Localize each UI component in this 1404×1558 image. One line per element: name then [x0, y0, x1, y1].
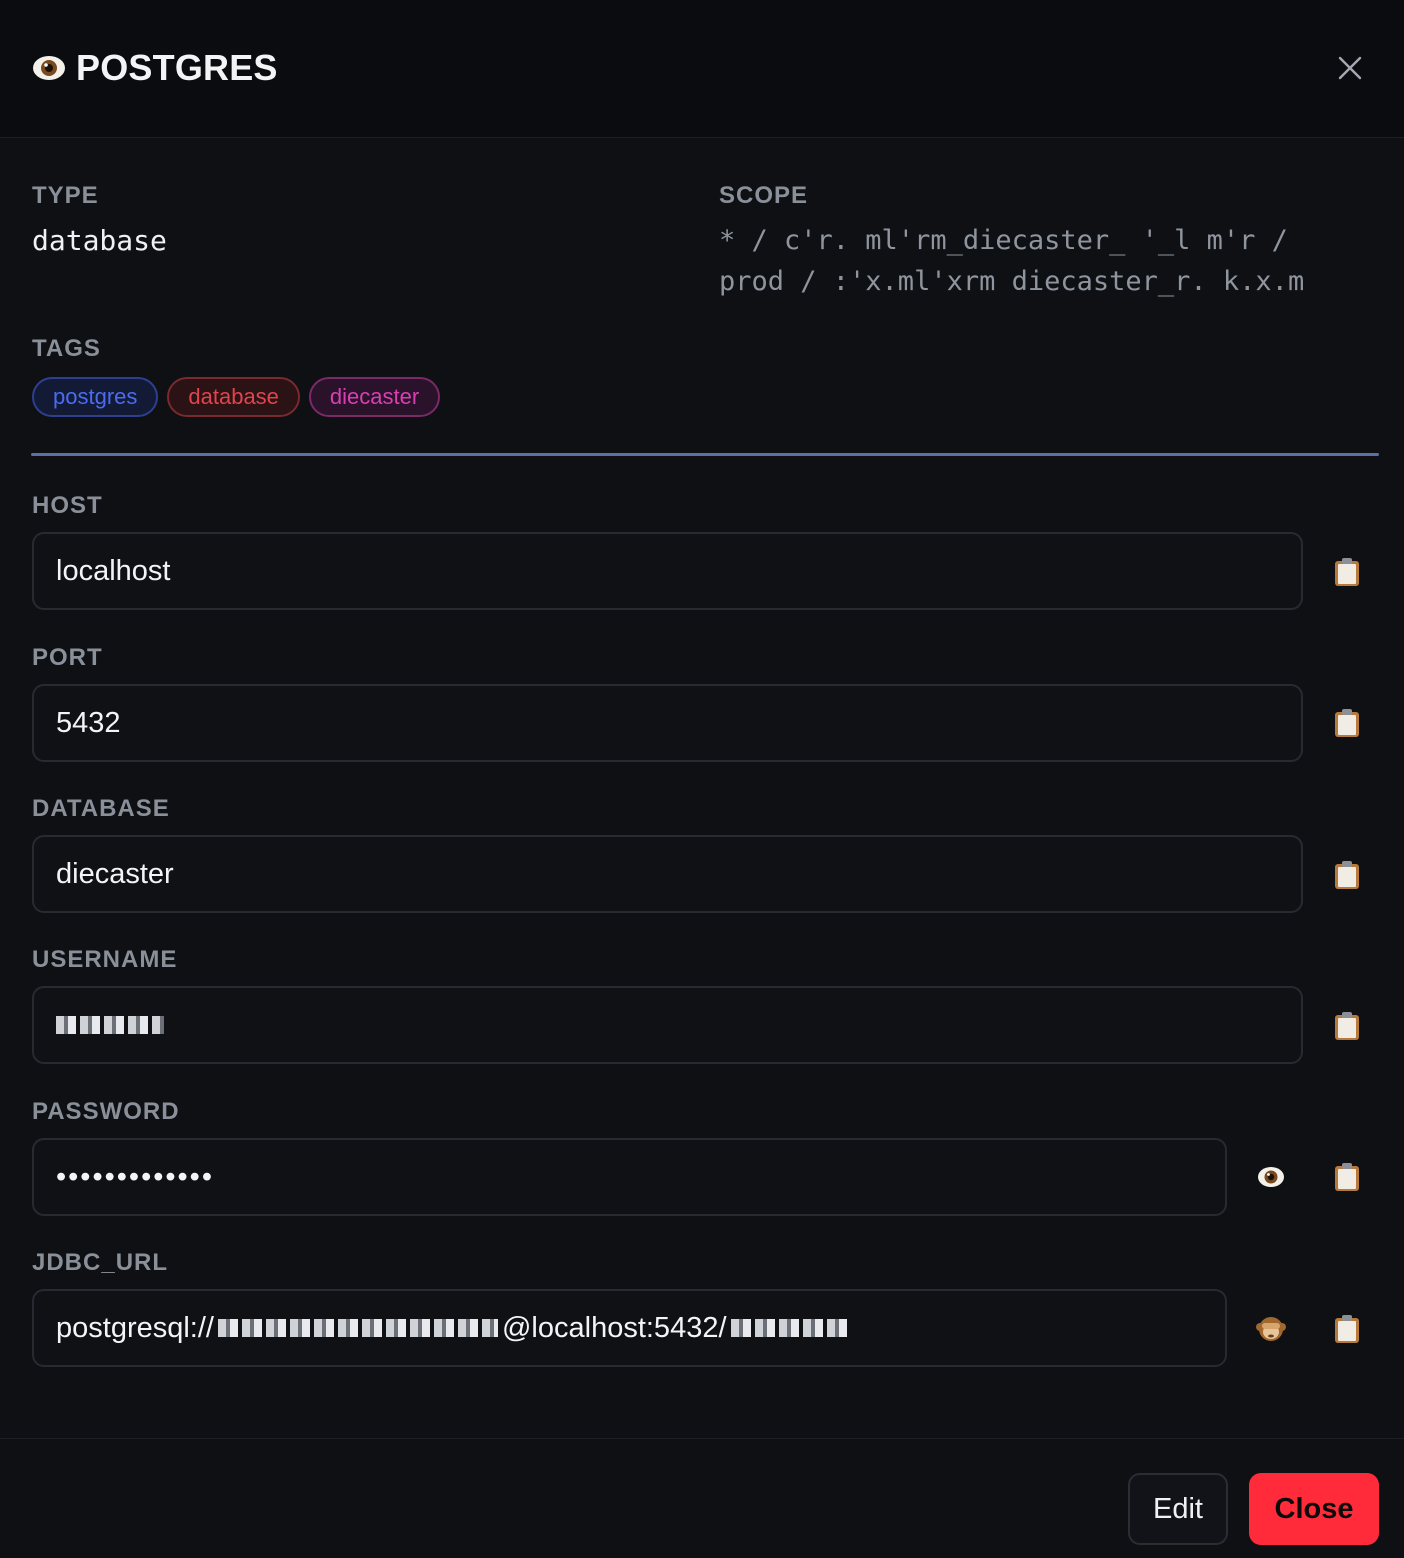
host-field: HOST localhost — [32, 492, 1303, 610]
close-button[interactable]: Close — [1249, 1473, 1379, 1545]
database-field: DATABASE diecaster — [32, 795, 1303, 913]
scope-section: SCOPE * / c'r. ml'rm_diecaster_ '_l m'r … — [719, 182, 1359, 302]
copy-jdbc-url-clipboard-icon[interactable] — [1329, 1309, 1365, 1349]
username-field: USERNAME — [32, 946, 1303, 1064]
scope-line-1: * / c'r. ml'rm_diecaster_ '_l m'r / — [719, 225, 1288, 256]
port-input[interactable]: 5432 — [32, 684, 1303, 762]
password-label: PASSWORD — [32, 1098, 180, 1125]
jdbc-url-redacted-credentials — [217, 1319, 498, 1337]
type-label: TYPE — [32, 182, 99, 209]
copy-database-clipboard-icon[interactable] — [1329, 855, 1365, 895]
username-input[interactable] — [32, 986, 1303, 1064]
database-label: DATABASE — [32, 795, 170, 822]
database-input[interactable]: diecaster — [32, 835, 1303, 913]
type-value: database — [32, 224, 167, 257]
tag-diecaster: diecaster — [308, 377, 441, 417]
section-divider — [31, 453, 1379, 456]
tag-database: database — [167, 377, 300, 417]
jdbc-url-redacted-db — [730, 1319, 851, 1337]
password-input[interactable]: ••••••••••••• — [32, 1138, 1227, 1216]
jdbc-url-input[interactable]: postgresql:// @localhost:5432/ — [32, 1289, 1227, 1367]
jdbc-url-label: JDBC_URL — [32, 1249, 169, 1276]
host-label: HOST — [32, 492, 103, 519]
username-redacted-value — [56, 1016, 164, 1034]
tag-postgres: postgres — [32, 377, 159, 417]
close-icon[interactable] — [1336, 50, 1364, 86]
eye-icon — [32, 46, 66, 90]
copy-port-clipboard-icon[interactable] — [1329, 703, 1365, 743]
modal-footer: Edit Close — [0, 1438, 1404, 1558]
type-section: TYPE database — [32, 182, 167, 257]
scope-value: * / c'r. ml'rm_diecaster_ '_l m'r / prod… — [719, 220, 1359, 302]
scope-line-2: prod / :'x.ml'xrm diecaster_r. k.x.m — [719, 266, 1305, 297]
scope-label: SCOPE — [719, 182, 809, 209]
username-label: USERNAME — [32, 946, 178, 973]
jdbc-url-prefix: postgresql:// — [56, 1311, 214, 1344]
tags-section: TAGS postgres database diecaster — [32, 335, 441, 417]
password-field: PASSWORD ••••••••••••• — [32, 1098, 1227, 1216]
tags-label: TAGS — [32, 335, 101, 362]
reveal-password-eye-icon[interactable] — [1253, 1157, 1289, 1197]
copy-password-clipboard-icon[interactable] — [1329, 1157, 1365, 1197]
secret-detail-modal: POSTGRES TYPE database SCOPE * / c'r. ml… — [0, 0, 1404, 1558]
port-field: PORT 5432 — [32, 644, 1303, 762]
port-label: PORT — [32, 644, 103, 671]
tag-list: postgres database diecaster — [32, 377, 441, 417]
jdbc-url-suffix: @localhost:5432/ — [501, 1311, 727, 1344]
modal-header: POSTGRES — [0, 0, 1404, 138]
host-input[interactable]: localhost — [32, 532, 1303, 610]
hide-value-monkey-icon[interactable] — [1253, 1309, 1289, 1349]
copy-host-clipboard-icon[interactable] — [1329, 552, 1365, 592]
modal-title: POSTGRES — [76, 47, 278, 88]
jdbc-url-field: JDBC_URL postgresql:// @localhost:5432/ — [32, 1249, 1227, 1367]
edit-button[interactable]: Edit — [1128, 1473, 1228, 1545]
title-wrap: POSTGRES — [32, 46, 278, 90]
copy-username-clipboard-icon[interactable] — [1329, 1006, 1365, 1046]
